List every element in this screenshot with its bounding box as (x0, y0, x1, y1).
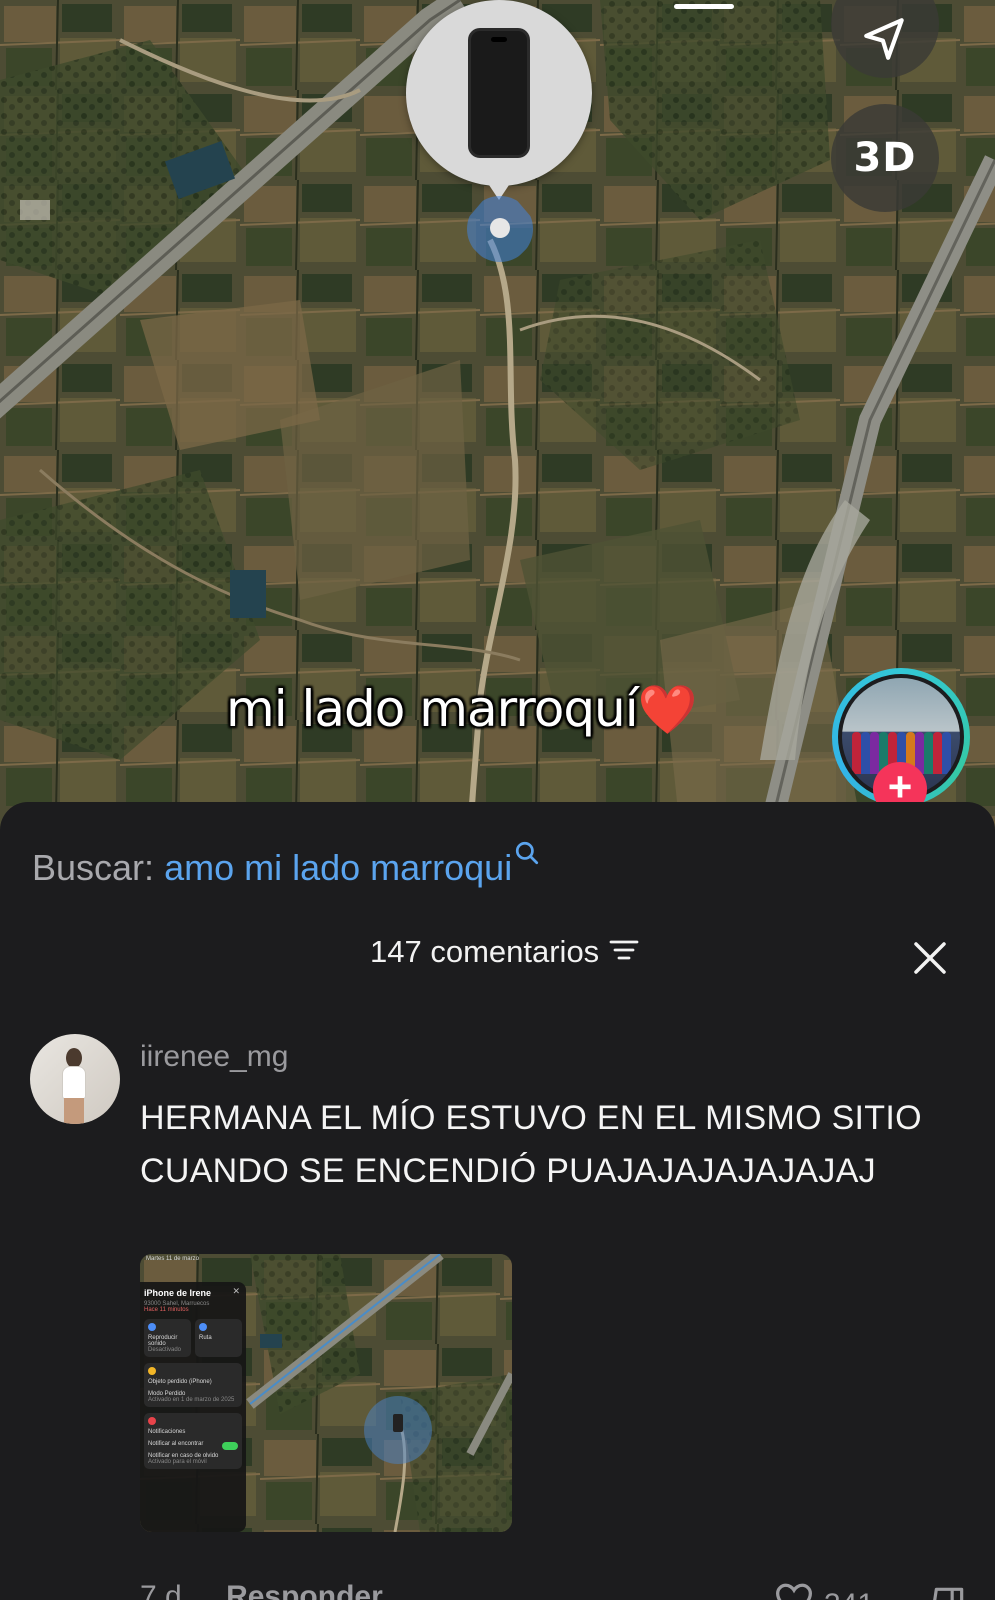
play-sound-card: Reproducir sonido Desactivado (144, 1319, 191, 1357)
play-sound-label: Reproducir sonido (148, 1335, 178, 1347)
route-card: Ruta (195, 1319, 242, 1357)
comment-footer: 7 d Responder (140, 1580, 383, 1600)
comments-sheet: Buscar: amo mi lado marroqui 147 comenta… (0, 802, 995, 1600)
heart-icon (775, 1583, 813, 1600)
search-prefix: Buscar: (32, 847, 155, 888)
commenter-avatar[interactable] (30, 1034, 120, 1124)
pin-bubble (406, 0, 592, 186)
avatar-figure (933, 732, 942, 774)
satellite-map[interactable]: 3D mi lado marroquí❤️ + (0, 0, 995, 830)
location-arrow-icon (864, 18, 904, 60)
iphone-icon (468, 28, 530, 158)
comment-username[interactable]: iirenee_mg (140, 1040, 288, 1074)
related-search[interactable]: Buscar: amo mi lado marroqui (32, 840, 540, 889)
device-location-pin[interactable] (406, 0, 592, 262)
lost-mode-sub: Activado en 1 de marzo de 2025 (148, 1397, 235, 1403)
notify-toggle (222, 1442, 238, 1450)
caption-text: mi lado marroquí (226, 680, 639, 738)
notify-left-sub: Activado para el móvil (148, 1459, 207, 1465)
avatar-figure (942, 732, 951, 774)
comments-count: 147 comentarios (370, 934, 600, 969)
route-label: Ruta (199, 1335, 212, 1341)
lost-mode-card: Objeto perdido (iPhone) Modo Perdido Act… (144, 1363, 242, 1407)
notifications-label: Notificaciones (148, 1429, 186, 1435)
location-dot (490, 218, 510, 238)
reply-button[interactable]: Responder (226, 1580, 383, 1600)
find-my-panel: ✕ iPhone de Irene 93000 Sahel, Marruecos… (140, 1282, 246, 1532)
close-icon[interactable] (910, 938, 950, 978)
notifications-card: Notificaciones Notificar al encontrar No… (144, 1413, 242, 1469)
avatar-figure (852, 732, 861, 774)
avatar-figure (924, 732, 933, 774)
search-term-link[interactable]: amo mi lado marroqui (164, 847, 512, 888)
avatar-figure (870, 732, 879, 774)
video-caption: mi lado marroquí❤️ (226, 680, 698, 738)
lost-label: Objeto perdido (iPhone) (148, 1379, 212, 1385)
comments-header: 147 comentarios (370, 934, 639, 970)
like-button[interactable]: 341 (774, 1582, 874, 1600)
heart-emoji: ❤️ (637, 682, 698, 738)
comment-attached-image[interactable]: Martes 11 de marzo ✕ iPhone de Irene 930… (140, 1254, 512, 1532)
panel-title: iPhone de Irene (144, 1288, 212, 1298)
comment-time: 7 d (140, 1580, 182, 1600)
avatar-figure (861, 732, 870, 774)
comment-text: HERMANA EL MÍO ESTUVO EN EL MISMO SITIO … (140, 1099, 922, 1190)
search-icon (516, 841, 539, 865)
thumbnail-status-bar: Martes 11 de marzo (146, 1256, 199, 1262)
notify-found-label: Notificar al encontrar (148, 1441, 204, 1447)
play-sound-sub: Desactivado (148, 1347, 182, 1353)
like-count: 341 (824, 1588, 874, 1600)
home-indicator (674, 4, 734, 9)
panel-close-icon: ✕ (232, 1286, 240, 1296)
dislike-icon[interactable] (930, 1584, 968, 1600)
3d-view-button[interactable]: 3D (831, 104, 939, 212)
sort-icon[interactable] (609, 938, 639, 962)
